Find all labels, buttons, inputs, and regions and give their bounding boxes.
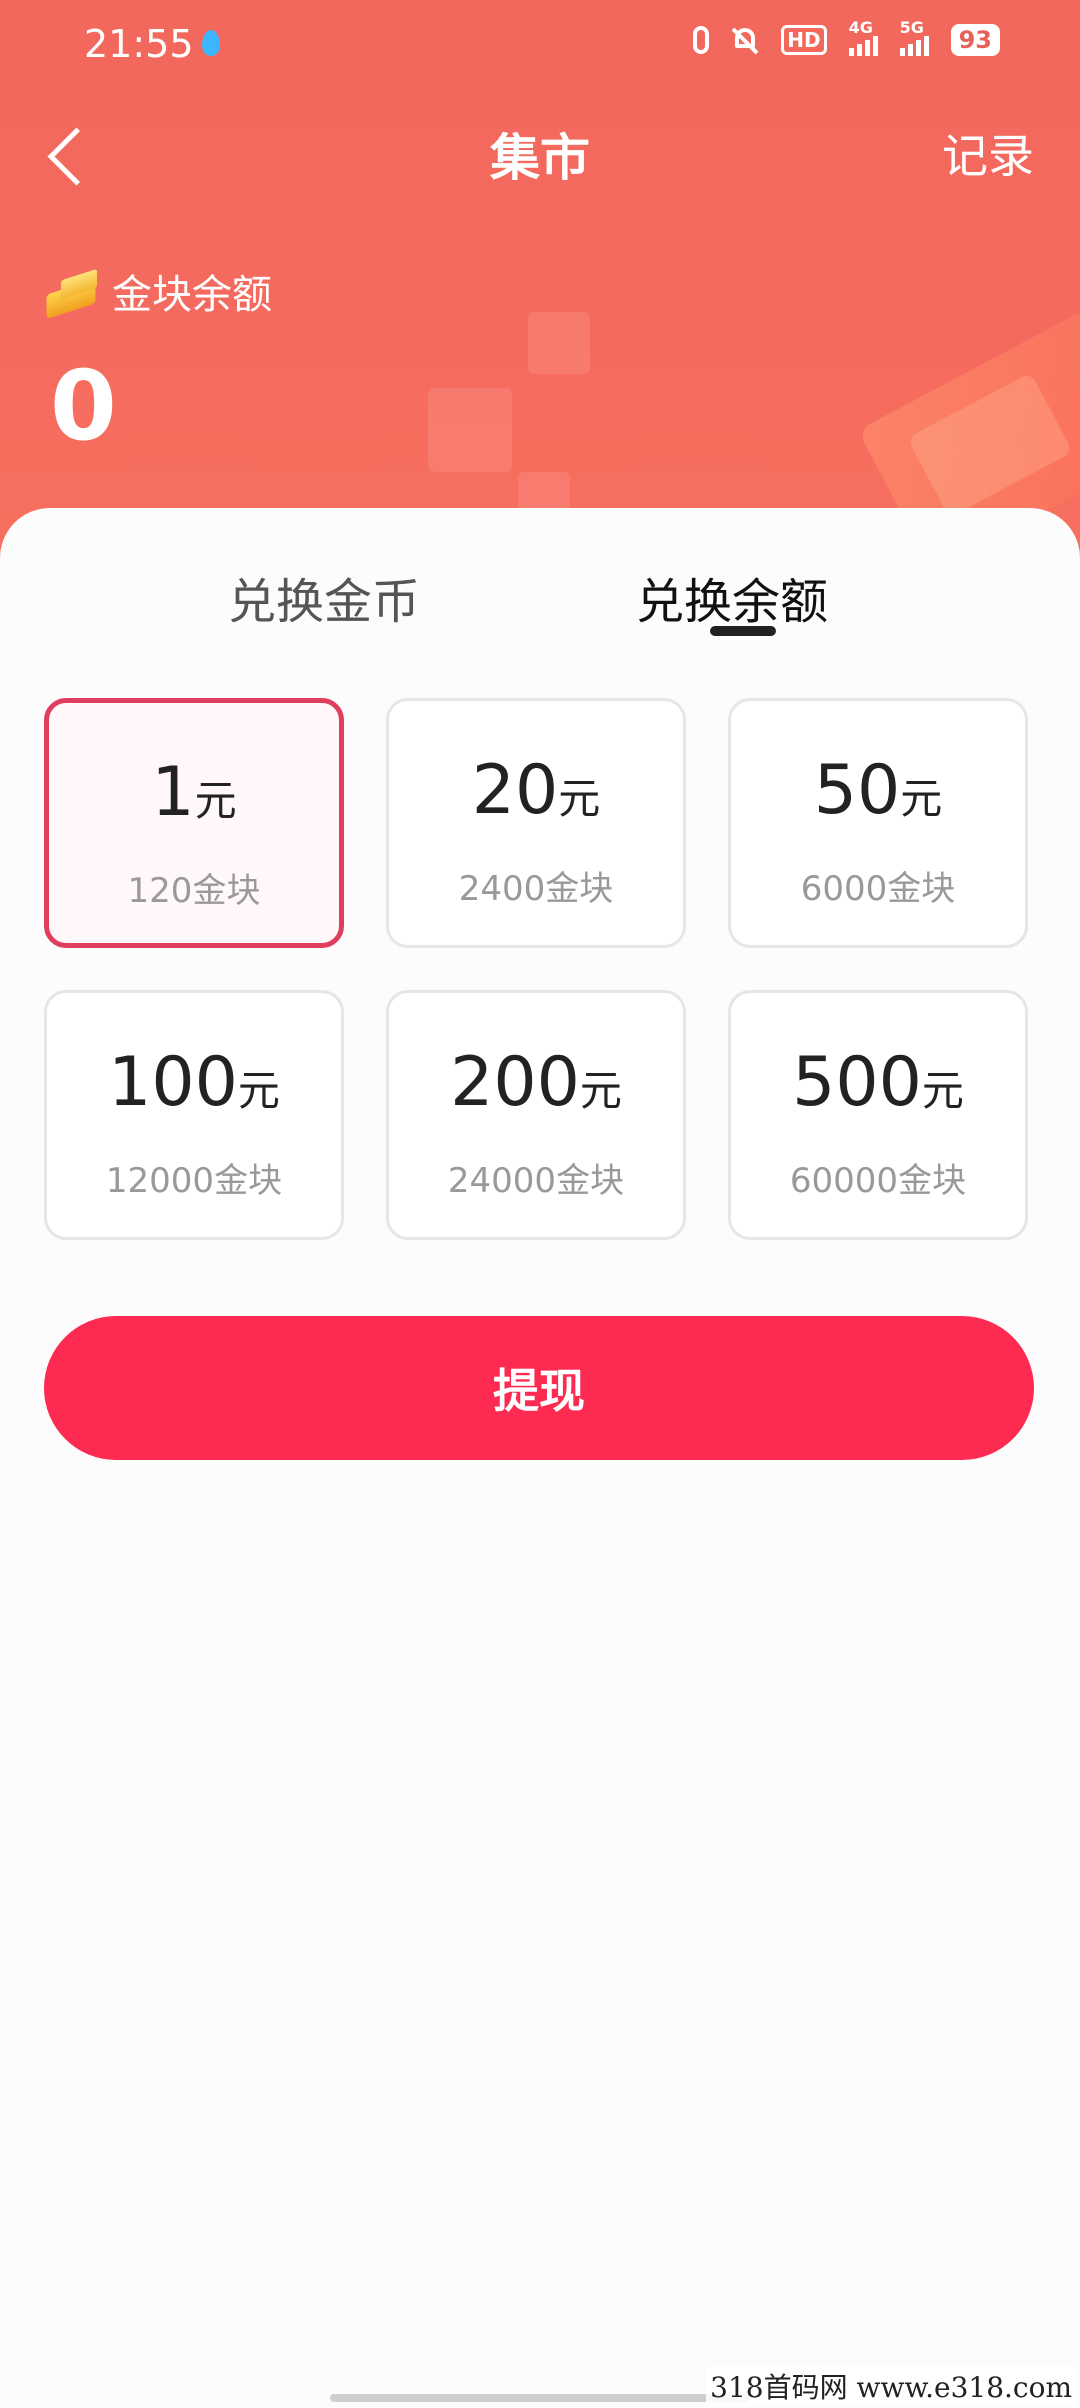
balance-value: 0 xyxy=(50,350,117,462)
battery-icon: 93 xyxy=(950,24,1000,56)
option-1-yuan[interactable]: 1元 120金块 xyxy=(44,698,344,948)
decor-square xyxy=(528,312,590,374)
mic-icon xyxy=(693,26,710,54)
watermark: 318首码网 www.e318.com xyxy=(706,2366,1076,2406)
option-cost: 2400金块 xyxy=(458,869,614,909)
option-50-yuan[interactable]: 50元 6000金块 xyxy=(728,698,1028,948)
page-title: 集市 xyxy=(490,129,590,187)
option-amount: 50元 xyxy=(813,751,943,830)
tab-active-indicator xyxy=(710,626,776,636)
option-cost: 60000金块 xyxy=(789,1161,967,1201)
gold-bar-icon xyxy=(44,266,102,316)
hd-badge: HD xyxy=(781,25,827,55)
option-100-yuan[interactable]: 100元 12000金块 xyxy=(44,990,344,1240)
tab-exchange-balance[interactable]: 兑换余额 xyxy=(636,562,828,632)
option-cost: 12000金块 xyxy=(105,1161,283,1201)
balance-label: 金块余额 xyxy=(112,272,272,318)
option-amount: 1元 xyxy=(151,753,237,832)
home-indicator[interactable] xyxy=(330,2394,750,2402)
notification-drop-icon xyxy=(202,30,220,56)
balance-label-row: 金块余额 xyxy=(44,262,272,320)
option-cost: 120金块 xyxy=(127,871,261,911)
signal-5g-icon: 5G xyxy=(899,18,929,56)
status-icons: HD 4G 5G 93 xyxy=(693,18,1000,56)
option-amount: 20元 xyxy=(471,751,601,830)
signal-5g-label: 5G xyxy=(899,18,924,37)
exchange-card: 兑换金币 兑换余额 1元 120金块 20元 2400金块 50元 6000金块… xyxy=(0,508,1080,2408)
option-amount: 100元 xyxy=(108,1043,280,1122)
option-amount: 200元 xyxy=(450,1043,622,1122)
option-500-yuan[interactable]: 500元 60000金块 xyxy=(728,990,1028,1240)
status-time: 21:55 xyxy=(84,22,194,66)
withdraw-button[interactable]: 提现 xyxy=(44,1316,1034,1460)
signal-4g-label: 4G xyxy=(848,18,873,37)
option-cost: 6000金块 xyxy=(800,869,956,909)
option-amount: 500元 xyxy=(792,1043,964,1122)
option-20-yuan[interactable]: 20元 2400金块 xyxy=(386,698,686,948)
bell-muted-icon xyxy=(731,26,759,54)
option-200-yuan[interactable]: 200元 24000金块 xyxy=(386,990,686,1240)
tab-exchange-coins[interactable]: 兑换金币 xyxy=(228,562,420,632)
decor-square xyxy=(428,388,512,472)
option-cost: 24000金块 xyxy=(447,1161,625,1201)
record-link[interactable]: 记录 xyxy=(942,120,1034,186)
status-bar: 21:55 HD 4G 5G 93 xyxy=(0,0,1080,90)
header-banner: 21:55 HD 4G 5G 93 集市 记录 金块余额 0 xyxy=(0,0,1080,560)
signal-4g-icon: 4G xyxy=(848,18,878,56)
